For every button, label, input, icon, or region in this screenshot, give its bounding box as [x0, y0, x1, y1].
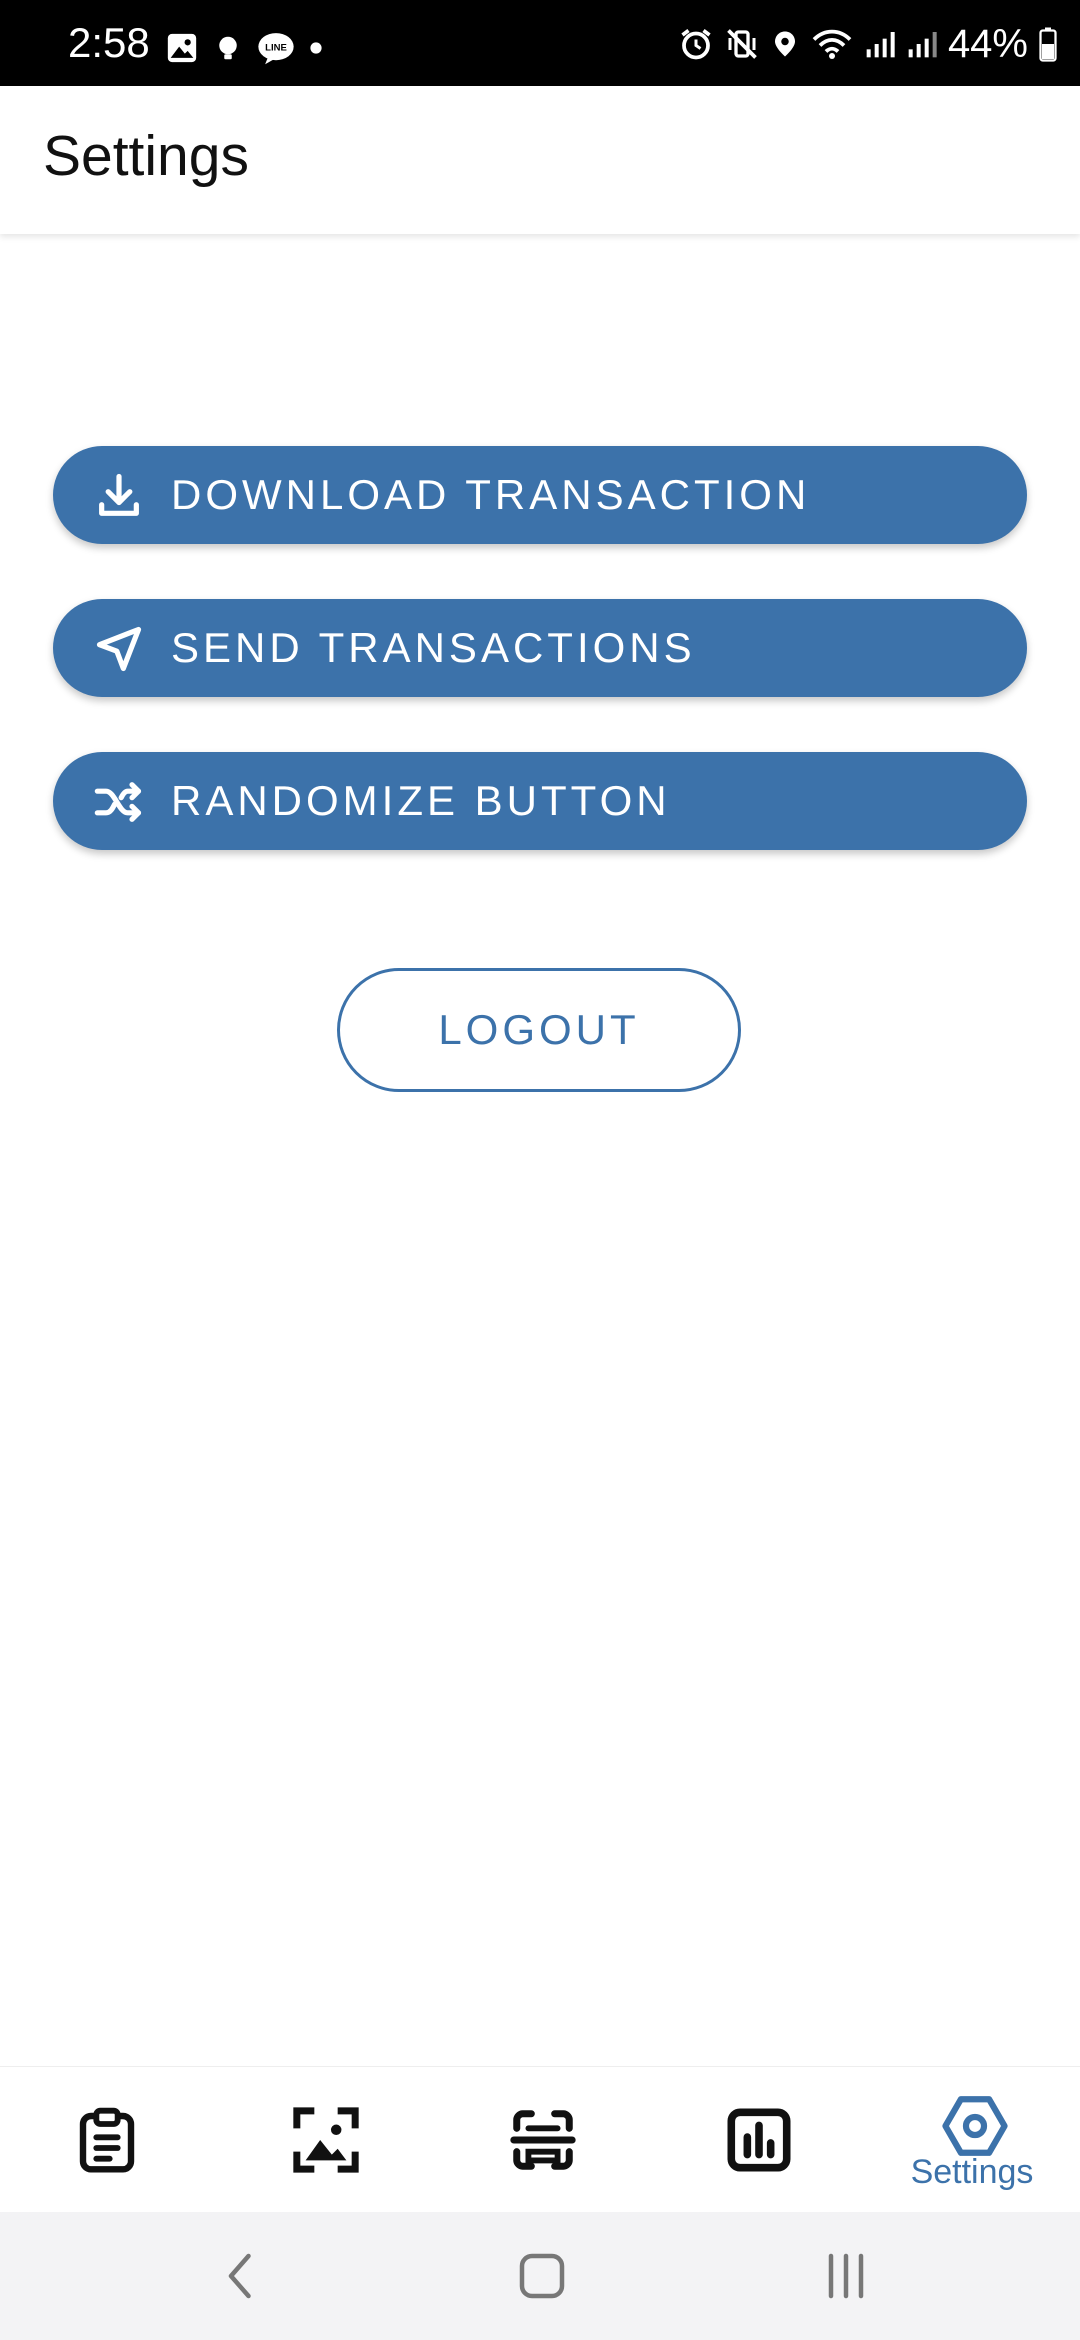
location-icon [774, 31, 795, 57]
bottom-nav: Settings [0, 2066, 1080, 2213]
back-icon[interactable] [211, 2246, 271, 2306]
download-transaction-label: DOWNLOAD TRANSACTION [171, 471, 811, 518]
settings-icon [942, 2096, 1008, 2156]
send-icon [96, 626, 142, 672]
app-bar: Settings [0, 86, 1080, 234]
nav-item-image[interactable] [243, 2067, 403, 2213]
nav-item-scan[interactable] [460, 2067, 620, 2213]
page-title: Settings [43, 124, 249, 188]
svg-text:LINE: LINE [265, 43, 287, 54]
battery-percent: 44% [947, 22, 1028, 66]
battery-icon [1039, 27, 1057, 62]
home-icon[interactable] [512, 2246, 572, 2306]
gallery-notification-icon [167, 33, 197, 63]
line-app-icon: LINE [258, 33, 294, 65]
randomize-button[interactable]: RANDOMIZE BUTTON [53, 752, 1027, 850]
more-dot-icon [310, 42, 322, 54]
send-transactions-button[interactable]: SEND TRANSACTIONS [53, 599, 1027, 697]
notification-icons: LINE [165, 26, 323, 70]
system-nav-bar [0, 2212, 1080, 2340]
signal-icon-1 [866, 32, 895, 58]
image-icon [293, 2107, 359, 2173]
nav-label-settings: Settings [910, 2153, 1034, 2191]
send-transactions-label: SEND TRANSACTIONS [171, 624, 696, 671]
download-icon [99, 473, 139, 516]
logout-button[interactable]: LOGOUT [337, 968, 741, 1092]
nav-item-settings[interactable]: Settings [892, 2067, 1052, 2213]
recents-icon[interactable] [816, 2246, 876, 2306]
chart-icon [727, 2108, 791, 2172]
clipboard-icon [79, 2107, 135, 2173]
system-status-icons: 44% [678, 22, 1058, 66]
download-transaction-button[interactable]: DOWNLOAD TRANSACTION [53, 446, 1027, 544]
scan-icon [510, 2110, 576, 2170]
nav-item-chart[interactable] [676, 2067, 836, 2213]
status-bar: 2:58 LINE 44% [0, 0, 1080, 86]
bulb-notification-icon [219, 36, 237, 60]
nav-item-clipboard[interactable] [27, 2067, 187, 2213]
status-time: 2:58 [68, 19, 150, 66]
wifi-icon [812, 29, 852, 59]
randomize-label: RANDOMIZE BUTTON [171, 777, 671, 824]
signal-icon-2 [908, 32, 937, 58]
alarm-icon [681, 29, 711, 60]
vibrate-mute-icon [727, 29, 757, 59]
shuffle-icon [94, 782, 142, 822]
